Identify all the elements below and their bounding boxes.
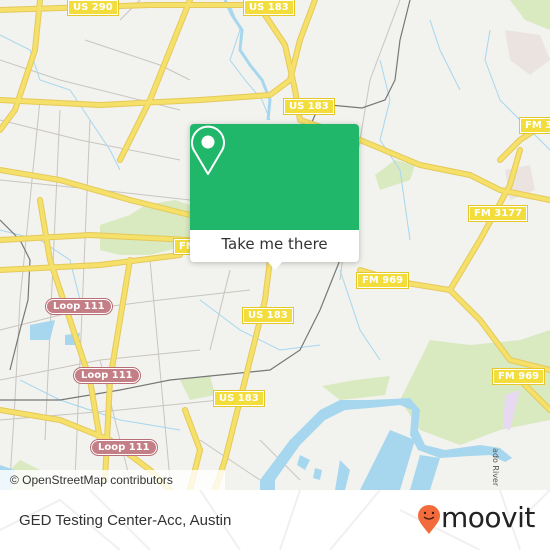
road-shield-us290: US 290 [67, 0, 119, 16]
moovit-brand[interactable]: moovit [441, 500, 535, 536]
road-shield-fm969: FM 969 [491, 368, 546, 385]
road-shield-loop111: Loop 111 [90, 439, 158, 456]
park-area [375, 160, 415, 190]
road-shield-us183: US 183 [283, 98, 335, 115]
take-me-there-button[interactable]: Take me there [190, 230, 359, 262]
popup-pointer [267, 261, 283, 270]
road-shield-loop111: Loop 111 [73, 367, 141, 384]
map-view[interactable]: US 290 US 183 US 183 US 183 US 183 FM 3 … [0, 0, 550, 490]
moovit-logo-icon [418, 505, 440, 534]
footer-bar: GED Testing Center-Acc, Austin moovit [0, 490, 550, 550]
river-label: ado River [491, 448, 500, 487]
road-shield-fm969: FM 969 [355, 272, 410, 289]
destination-popup[interactable]: Take me there [190, 124, 359, 262]
popup-header[interactable] [190, 124, 359, 230]
park-area [510, 0, 550, 30]
road-shield-us183: US 183 [213, 390, 265, 407]
road-shield-loop111: Loop 111 [45, 298, 113, 315]
place-name: GED Testing Center-Acc, Austin [19, 512, 232, 529]
road-shield-fm3: FM 3 [518, 117, 550, 134]
road-shield-fm3177: FM 3177 [467, 205, 529, 222]
landuse-area [505, 30, 550, 75]
park-area [322, 376, 390, 400]
map-attribution[interactable]: © OpenStreetMap contributors [0, 470, 225, 490]
map-pin-icon [191, 125, 225, 175]
road-shield-us183: US 183 [243, 0, 295, 16]
road-shield-us183: US 183 [242, 307, 294, 324]
